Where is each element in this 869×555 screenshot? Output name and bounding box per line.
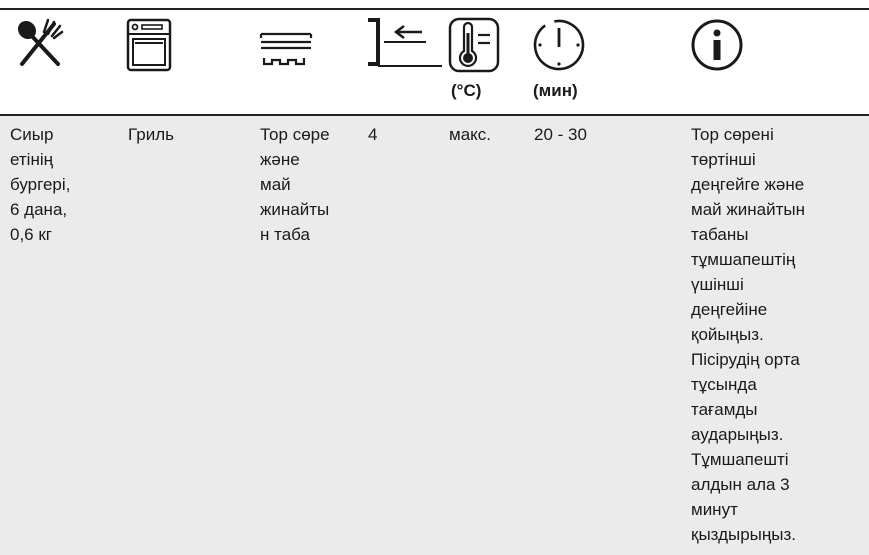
info-icon bbox=[691, 19, 743, 71]
oven-function-icon bbox=[126, 18, 172, 72]
time-cell: 20 - 30 bbox=[534, 125, 587, 144]
function-cell: Гриль bbox=[128, 125, 174, 144]
time-unit: (мин) bbox=[533, 81, 578, 100]
cooking-table: (°C) (мин) Сиыр етінің бургері, 6 дана, … bbox=[0, 0, 869, 555]
accessory-cell: Тор сөре және май жинайты н таба bbox=[260, 125, 330, 244]
food-icon bbox=[17, 18, 64, 66]
time-icon bbox=[533, 19, 585, 71]
temperature-unit: (°C) bbox=[451, 81, 482, 100]
comments-cell: Тор сөрені төртінші деңгейге және май жи… bbox=[691, 125, 805, 544]
shelf-accessory-icon bbox=[259, 32, 313, 66]
shelf-level-icon bbox=[368, 18, 442, 67]
temperature-icon bbox=[448, 17, 500, 73]
temperature-cell: макс. bbox=[449, 125, 491, 144]
food-cell: Сиыр етінің бургері, 6 дана, 0,6 кг bbox=[10, 125, 71, 244]
level-cell: 4 bbox=[368, 125, 378, 144]
